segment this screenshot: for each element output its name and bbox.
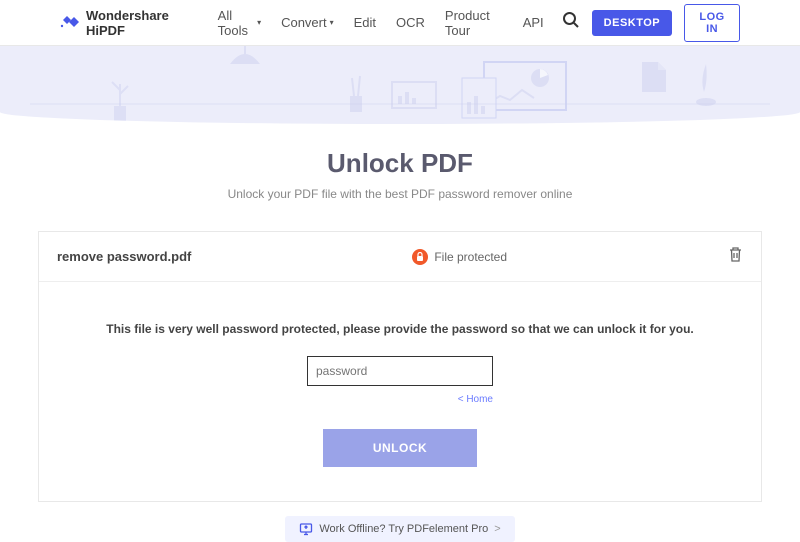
chevron-down-icon: ▾: [330, 18, 334, 27]
login-button[interactable]: LOG IN: [684, 4, 740, 42]
decorative-banner: [0, 46, 800, 124]
panel-header: remove password.pdf File protected: [39, 232, 761, 282]
header: Wondershare HiPDF All Tools▾ Convert▾ Ed…: [0, 0, 800, 46]
document-icon: [640, 60, 668, 94]
nav-api[interactable]: API: [523, 15, 544, 30]
nav-edit[interactable]: Edit: [354, 15, 376, 30]
file-panel: remove password.pdf File protected This …: [38, 231, 762, 502]
page-title: Unlock PDF: [0, 148, 800, 179]
search-icon[interactable]: [562, 11, 580, 34]
nav-convert[interactable]: Convert▾: [281, 15, 334, 30]
monitor-icon: [299, 522, 313, 536]
chevron-down-icon: ▾: [257, 18, 261, 27]
delete-button[interactable]: [728, 246, 743, 267]
offline-promo[interactable]: Work Offline? Try PDFelement Pro >: [285, 516, 514, 542]
nav-product-tour[interactable]: Product Tour: [445, 8, 503, 38]
file-status: File protected: [412, 249, 507, 265]
lamp-icon: [220, 46, 270, 86]
dashboard-icon: [460, 60, 570, 120]
chevron-right-icon: >: [494, 523, 500, 535]
password-input[interactable]: [307, 356, 493, 386]
desktop-button[interactable]: DESKTOP: [592, 10, 672, 36]
nav-all-tools[interactable]: All Tools▾: [218, 8, 261, 38]
line-icon: [30, 100, 770, 108]
pencils-icon: [340, 74, 370, 114]
offline-text: Work Offline? Try PDFelement Pro: [319, 523, 488, 535]
home-link[interactable]: < Home: [307, 394, 493, 405]
header-actions: DESKTOP LOG IN: [562, 4, 740, 42]
board-icon: [390, 80, 438, 116]
logo[interactable]: Wondershare HiPDF: [60, 8, 200, 38]
filename: remove password.pdf: [57, 249, 191, 264]
instruction-text: This file is very well password protecte…: [79, 322, 721, 336]
page-subtitle: Unlock your PDF file with the best PDF p…: [0, 187, 800, 201]
main-nav: All Tools▾ Convert▾ Edit OCR Product Tou…: [218, 8, 544, 38]
logo-icon: [60, 16, 80, 30]
nav-ocr[interactable]: OCR: [396, 15, 425, 30]
lock-icon: [412, 249, 428, 265]
status-text: File protected: [434, 250, 507, 264]
panel-body: This file is very well password protecte…: [39, 282, 761, 501]
brand-name: Wondershare HiPDF: [86, 8, 200, 38]
main-content: Unlock PDF Unlock your PDF file with the…: [0, 124, 800, 542]
unlock-button[interactable]: UNLOCK: [323, 429, 477, 467]
